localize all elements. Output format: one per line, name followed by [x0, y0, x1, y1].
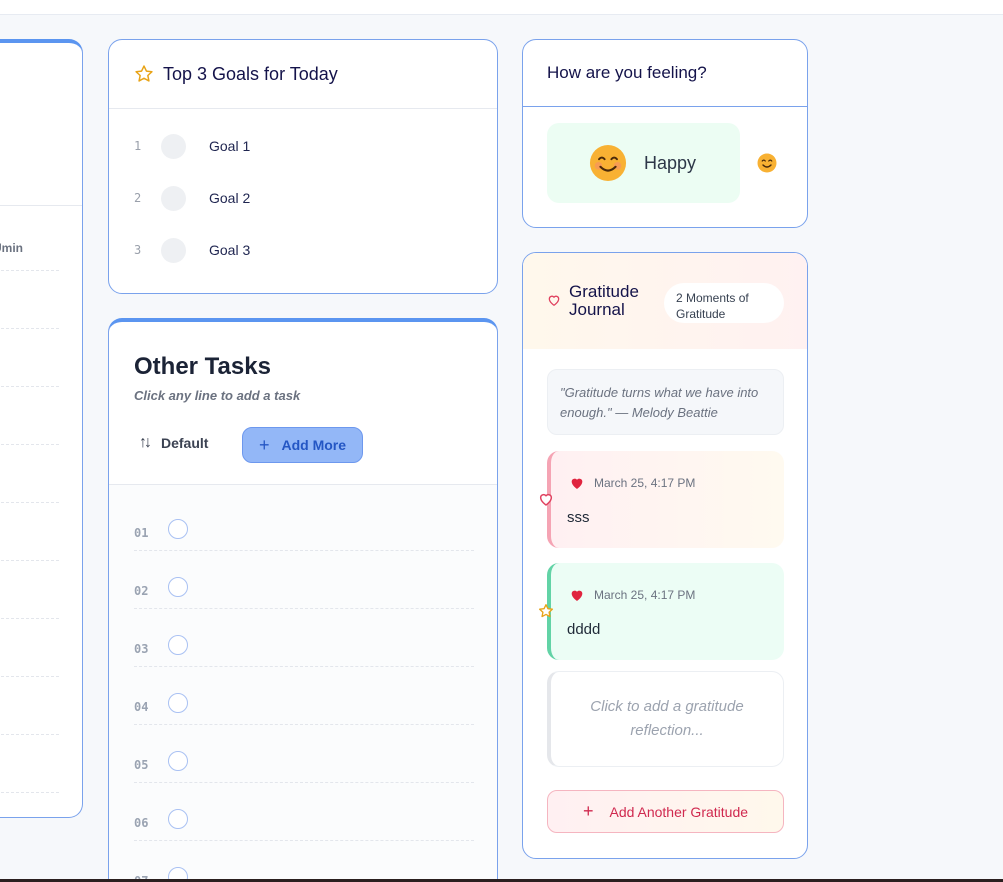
add-another-gratitude-button[interactable]: + Add Another Gratitude: [547, 790, 784, 833]
gratitude-card: Gratitude Journal 2 Moments of Gratitude…: [522, 252, 808, 859]
entry-text[interactable]: sss: [567, 509, 590, 526]
mood-selector[interactable]: Happy: [547, 123, 740, 203]
left-panel-row[interactable]: [0, 328, 59, 329]
left-panel-row[interactable]: [0, 618, 59, 619]
goal-item[interactable]: 2 Goal 2: [134, 185, 250, 211]
left-panel-row[interactable]: [0, 386, 59, 387]
left-panel-row[interactable]: [0, 270, 59, 271]
goal-checkbox[interactable]: [161, 185, 186, 211]
tasks-subtitle: Click any line to add a task: [134, 388, 301, 403]
add-gratitude-reflection[interactable]: Click to add a gratitude reflection...: [547, 671, 784, 767]
left-panel-row[interactable]: [0, 792, 59, 793]
smiling-face-icon: [757, 153, 777, 173]
left-panel-row[interactable]: [0, 676, 59, 677]
goal-item[interactable]: 3 Goal 3: [134, 237, 250, 263]
task-number: 06: [134, 816, 149, 830]
task-checkbox[interactable]: [168, 751, 188, 771]
mood-card: How are you feeling? Happy: [522, 39, 808, 228]
gratitude-title: Gratitude Journal: [569, 282, 639, 319]
left-panel-row[interactable]: [0, 560, 59, 561]
goals-title: Top 3 Goals for Today: [163, 63, 338, 84]
left-panel-row[interactable]: [0, 734, 59, 735]
tasks-title: Other Tasks: [134, 353, 271, 380]
mood-label: Happy: [644, 152, 697, 173]
mood-title: How are you feeling?: [547, 63, 707, 82]
task-number: 02: [134, 584, 149, 598]
add-more-label: Add More: [281, 437, 347, 453]
smiling-face-icon: [589, 144, 627, 182]
gratitude-entry[interactable]: March 25, 4:17 PM sss: [547, 451, 784, 548]
task-number: 05: [134, 758, 149, 772]
gratitude-count-badge: 2 Moments of Gratitude: [664, 283, 784, 323]
goal-label[interactable]: Goal 2: [209, 190, 250, 206]
goal-number: 3: [134, 243, 142, 257]
task-row[interactable]: 02: [134, 551, 474, 609]
gratitude-header: Gratitude Journal 2 Moments of Gratitude: [523, 253, 807, 349]
add-gratitude-label: Add Another Gratitude: [609, 803, 749, 820]
heart-icon: [571, 590, 583, 601]
left-panel-row[interactable]: [0, 444, 59, 445]
goals-card: Top 3 Goals for Today 1 Goal 1 2 Goal 2 …: [108, 39, 498, 294]
left-panel-column-header: Umin: [0, 241, 23, 255]
top-bar: [0, 0, 1003, 15]
mood-option[interactable]: [757, 153, 777, 178]
heart-icon: [539, 493, 553, 506]
mood-header: How are you feeling?: [523, 40, 807, 107]
plus-icon: +: [582, 801, 594, 821]
left-panel-card: Umin: [0, 39, 83, 818]
goals-header: Top 3 Goals for Today: [109, 40, 497, 109]
task-number: 04: [134, 700, 149, 714]
goal-label[interactable]: Goal 1: [209, 138, 250, 154]
task-number: 01: [134, 526, 149, 540]
sort-button[interactable]: ↑↓ Default: [139, 434, 208, 452]
task-checkbox[interactable]: [168, 577, 188, 597]
goal-checkbox[interactable]: [161, 133, 186, 159]
task-checkbox[interactable]: [168, 809, 188, 829]
add-more-button[interactable]: + Add More: [242, 427, 363, 463]
star-icon: [135, 65, 153, 82]
star-icon: [539, 604, 553, 618]
entry-date: March 25, 4:17 PM: [594, 588, 696, 602]
sort-arrows-icon: ↑↓: [139, 434, 152, 451]
heart-icon: [571, 478, 583, 489]
gratitude-entry[interactable]: March 25, 4:17 PM dddd: [547, 563, 784, 660]
task-number: 03: [134, 642, 149, 656]
goal-checkbox[interactable]: [161, 237, 186, 263]
goal-number: 1: [134, 139, 142, 153]
plus-icon: +: [258, 434, 270, 455]
task-checkbox[interactable]: [168, 635, 188, 655]
entry-text[interactable]: dddd: [567, 621, 600, 638]
task-row[interactable]: 06: [134, 783, 474, 841]
left-panel-row[interactable]: [0, 502, 59, 503]
gratitude-quote: "Gratitude turns what we have into enoug…: [547, 369, 784, 435]
sort-label: Default: [161, 435, 209, 451]
goal-number: 2: [134, 191, 142, 205]
other-tasks-card: Other Tasks Click any line to add a task…: [108, 318, 498, 882]
task-row[interactable]: 07: [134, 841, 474, 882]
goal-label[interactable]: Goal 3: [209, 242, 250, 258]
task-row[interactable]: 04: [134, 667, 474, 725]
task-row[interactable]: 05: [134, 725, 474, 783]
task-row[interactable]: 01: [134, 493, 474, 551]
left-panel-divider: [0, 205, 82, 206]
goal-item[interactable]: 1 Goal 1: [134, 133, 250, 159]
task-list: 01 02 03 04 05 06 07: [109, 485, 497, 882]
task-row[interactable]: 03: [134, 609, 474, 667]
task-checkbox[interactable]: [168, 519, 188, 539]
heart-icon: [548, 295, 560, 306]
task-checkbox[interactable]: [168, 693, 188, 713]
entry-date: March 25, 4:17 PM: [594, 476, 696, 490]
